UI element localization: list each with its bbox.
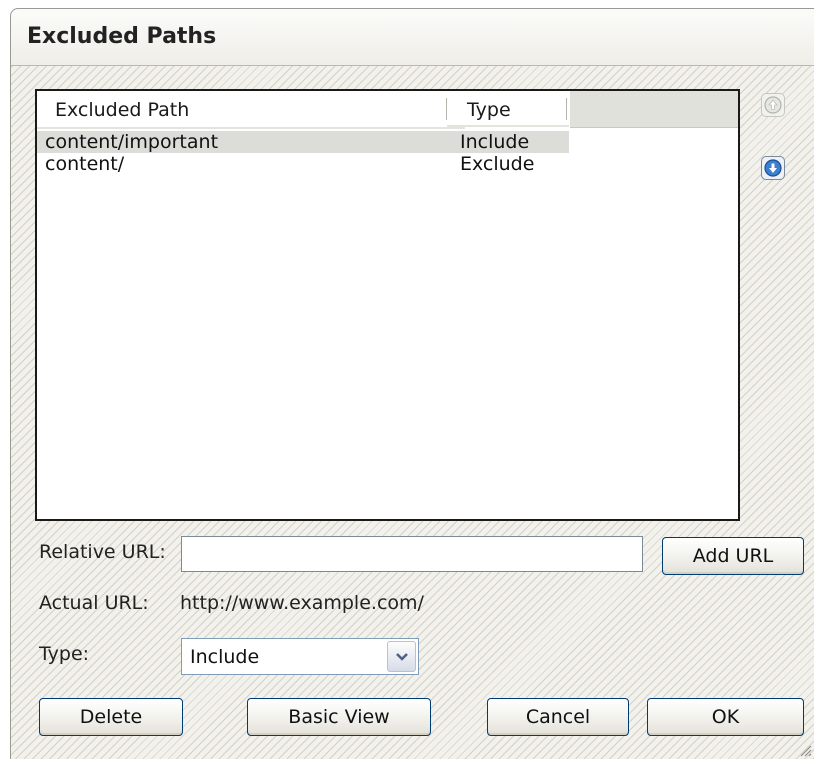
row-type: Exclude xyxy=(460,153,535,175)
row-path: content/important xyxy=(45,131,219,153)
move-up-button[interactable] xyxy=(761,93,785,117)
actual-url-label: Actual URL: xyxy=(39,592,149,614)
cancel-button[interactable]: Cancel xyxy=(487,698,629,736)
type-label: Type: xyxy=(39,643,90,665)
chevron-down-icon xyxy=(396,653,408,661)
row-path: content/ xyxy=(45,153,125,175)
type-select-dropdown-button[interactable] xyxy=(387,641,416,672)
move-down-button[interactable] xyxy=(761,156,785,180)
column-header-type[interactable]: Type xyxy=(447,91,569,127)
excluded-paths-list[interactable]: Excluded Path Type content/important Inc… xyxy=(35,89,740,521)
title-bar: Excluded Paths xyxy=(11,9,814,66)
table-row[interactable]: content/important Include xyxy=(37,131,569,153)
table-row[interactable]: content/ Exclude xyxy=(37,153,569,175)
resize-grip-icon[interactable] xyxy=(798,743,812,757)
dialog-title: Excluded Paths xyxy=(27,24,217,49)
relative-url-label: Relative URL: xyxy=(39,541,166,563)
header-filler xyxy=(570,91,738,128)
row-type: Include xyxy=(460,131,530,153)
basic-view-button[interactable]: Basic View xyxy=(247,698,431,736)
type-select-value: Include xyxy=(190,646,260,668)
arrow-down-circle-icon xyxy=(764,159,782,177)
excluded-paths-dialog: Excluded Paths Excluded Path Type conten… xyxy=(10,8,814,759)
arrow-up-circle-icon xyxy=(764,96,782,114)
add-url-button[interactable]: Add URL xyxy=(662,537,804,575)
relative-url-input[interactable] xyxy=(181,536,643,572)
column-header-excluded-path[interactable]: Excluded Path xyxy=(37,91,465,129)
actual-url-value: http://www.example.com/ xyxy=(180,592,424,614)
ok-button[interactable]: OK xyxy=(647,698,804,736)
type-select[interactable]: Include xyxy=(181,638,419,675)
delete-button[interactable]: Delete xyxy=(39,698,183,736)
list-header: Excluded Path Type xyxy=(37,91,738,129)
column-separator[interactable] xyxy=(446,98,450,120)
